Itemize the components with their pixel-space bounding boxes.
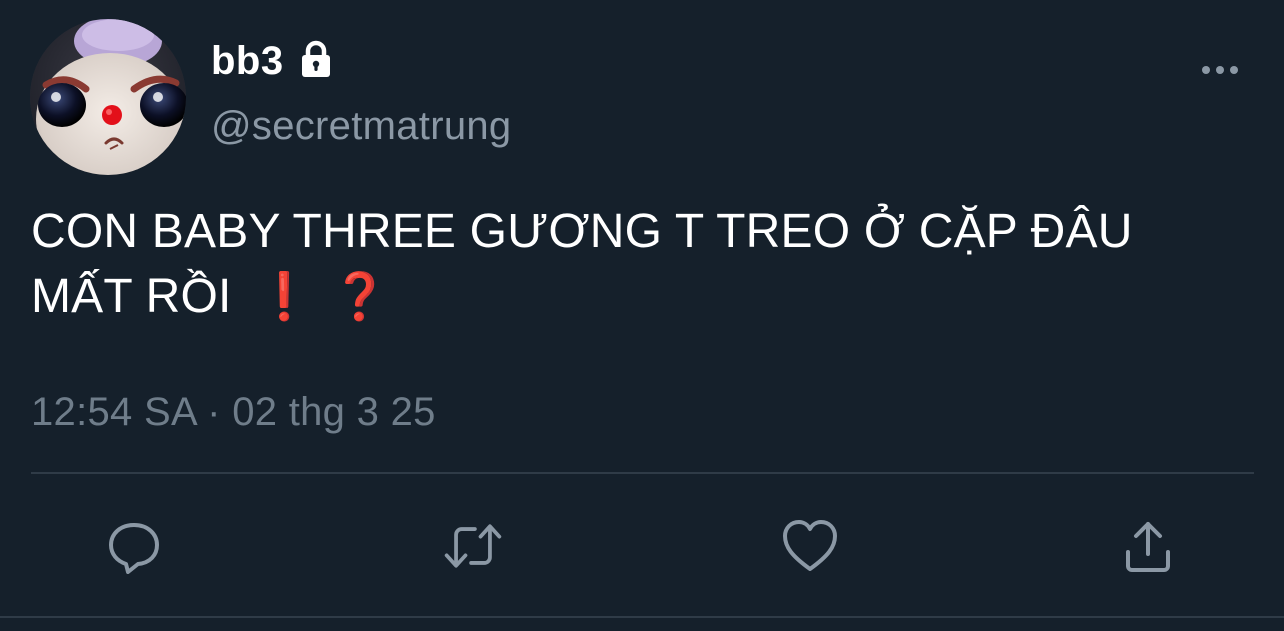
exclamation-emoji-icon: ❗	[255, 270, 314, 322]
divider	[31, 472, 1254, 474]
tweet-card: bb3 @secretmatrung CON BABY THREE GƯƠNG …	[0, 0, 1284, 631]
heart-icon	[783, 520, 837, 571]
display-name-row: bb3	[211, 36, 338, 86]
avatar-image	[30, 19, 186, 175]
avatar[interactable]	[30, 19, 186, 175]
tweet-text: CON BABY THREE GƯƠNG T TREO Ở CẶP ĐÂU MẤ…	[31, 200, 1261, 329]
more-horizontal-icon	[1202, 66, 1238, 74]
share-icon	[1126, 522, 1170, 572]
display-name[interactable]: bb3	[211, 39, 284, 84]
lock-icon	[294, 37, 338, 81]
bottom-divider	[0, 616, 1284, 618]
reply-icon	[109, 523, 159, 574]
tweet-text-line-2-text: MẤT RỒI	[31, 270, 232, 323]
like-button[interactable]	[778, 514, 842, 578]
question-emoji-icon: ❓	[331, 270, 389, 322]
retweet-icon	[444, 524, 502, 568]
tweet-timestamp[interactable]: 12:54 SA · 02 thg 3 25	[31, 390, 436, 435]
tweet-text-line-1: CON BABY THREE GƯƠNG T TREO Ở CẶP ĐÂU	[31, 205, 1133, 258]
user-handle[interactable]: @secretmatrung	[211, 104, 511, 149]
more-options-button[interactable]	[1192, 48, 1248, 92]
tweet-text-line-2: MẤT RỒI ❗ ❓	[31, 264, 1261, 329]
retweet-button[interactable]	[441, 514, 505, 578]
share-button[interactable]	[1116, 514, 1180, 578]
reply-button[interactable]	[102, 514, 166, 578]
